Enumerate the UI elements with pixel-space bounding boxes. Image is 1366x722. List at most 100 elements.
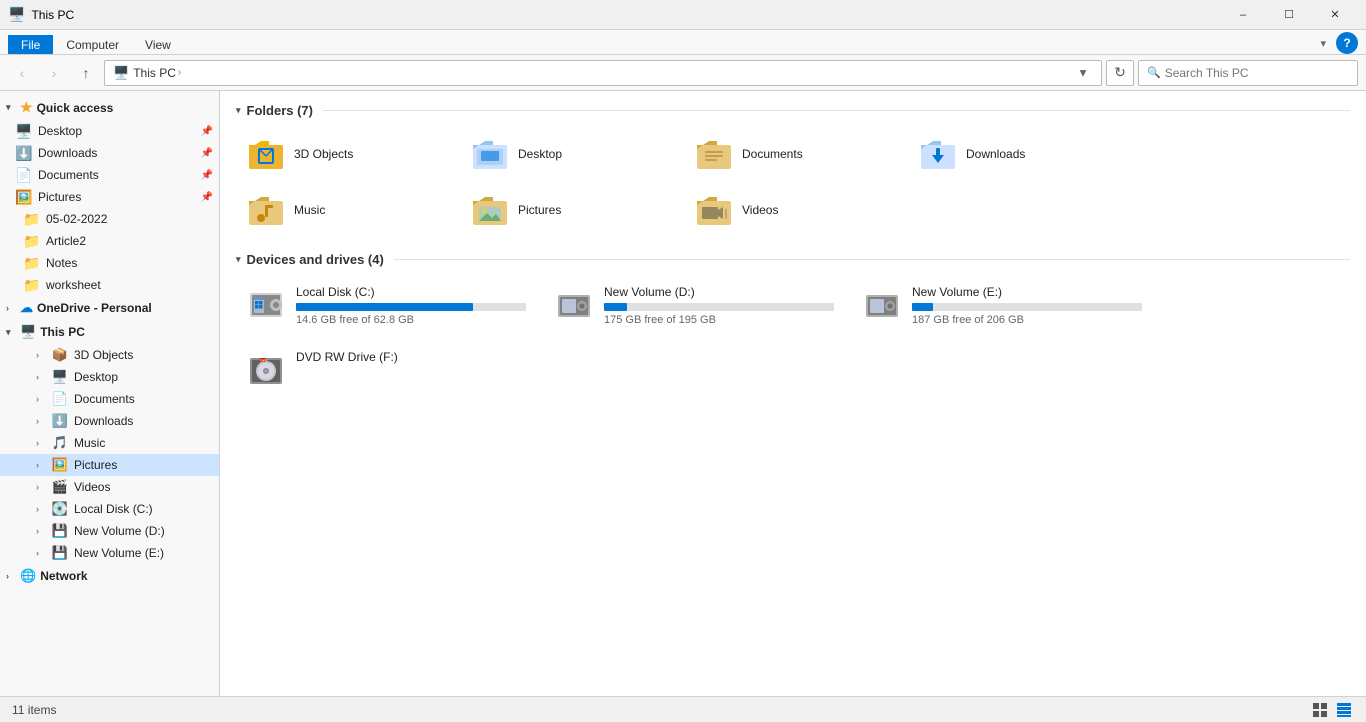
folder-label-documents: Documents [742,147,803,161]
sidebar-label-new-d: New Volume (D:) [74,524,165,538]
new-d-icon: 💾 [52,523,68,539]
folders-section-label: Folders (7) [247,103,313,118]
folder-item-music[interactable]: Music [236,184,456,236]
sidebar-item-date-folder[interactable]: 📁 05-02-2022 [0,208,219,230]
folders-arrow[interactable]: ▾ [236,105,241,116]
tab-computer[interactable]: Computer [53,35,132,54]
new-e-info: New Volume (E:) 187 GB free of 206 GB [912,285,1142,326]
search-icon: 🔍 [1147,66,1161,79]
folder-label-desktop: Desktop [518,147,562,161]
device-item-dvd-f[interactable]: DVD DVD RW Drive (F:) [236,342,536,398]
thispc-arrow: ▾ [6,327,16,338]
pin-icon-pictures: 📌 [201,192,213,203]
sidebar-item-pictures-qa[interactable]: 🖼️ Pictures 📌 [0,186,219,208]
folders-grid: 3D Objects Desktop [236,128,1350,236]
sidebar-item-documents-qa[interactable]: 📄 Documents 📌 [0,164,219,186]
device-item-new-e[interactable]: New Volume (E:) 187 GB free of 206 GB [852,277,1152,334]
main-layout: ▾ ★ Quick access 🖥️ Desktop 📌 ⬇️ Downloa… [0,91,1366,697]
sidebar-item-worksheet[interactable]: 📁 worksheet [0,274,219,296]
sidebar-item-music-pc[interactable]: › 🎵 Music [0,432,219,454]
view-list-button[interactable] [1334,700,1354,720]
sidebar-item-new-e[interactable]: › 💾 New Volume (E:) [0,542,219,564]
sidebar-label-new-e: New Volume (E:) [74,546,164,560]
minimize-button[interactable]: – [1220,0,1266,30]
folder-item-3d-objects[interactable]: 3D Objects [236,128,456,180]
worksheet-icon: 📁 [24,277,40,293]
maximize-button[interactable]: ☐ [1266,0,1312,30]
network-header[interactable]: › 🌐 Network [0,564,219,588]
search-bar[interactable]: 🔍 [1138,60,1358,86]
address-dropdown-button[interactable]: ▾ [1073,61,1093,85]
sidebar-item-pictures-pc[interactable]: › 🖼️ Pictures [0,454,219,476]
3d-objects-icon: 📦 [52,347,68,363]
sidebar-item-desktop-pc[interactable]: › 🖥️ Desktop [0,366,219,388]
sidebar-label-desktop-pc: Desktop [74,370,118,384]
folder-item-downloads[interactable]: Downloads [908,128,1128,180]
sidebar-item-downloads-qa[interactable]: ⬇️ Downloads 📌 [0,142,219,164]
new-d-bar-fill [604,303,627,311]
refresh-button[interactable]: ↻ [1106,60,1134,86]
sidebar-item-local-c[interactable]: › 💽 Local Disk (C:) [0,498,219,520]
ribbon: File Computer View ▾ ? [0,30,1366,55]
onedrive-header[interactable]: › ☁ OneDrive - Personal [0,296,219,320]
new-d-name: New Volume (D:) [604,285,834,299]
local-c-info: Local Disk (C:) 14.6 GB free of 62.8 GB [296,285,526,326]
sidebar-item-downloads-pc[interactable]: › ⬇️ Downloads [0,410,219,432]
devices-section-header: ▾ Devices and drives (4) [236,252,1350,267]
sidebar-item-article2[interactable]: 📁 Article2 [0,230,219,252]
folder-label-music: Music [294,203,325,217]
dvd-f-name: DVD RW Drive (F:) [296,350,526,364]
back-button[interactable]: ‹ [8,59,36,87]
address-chevron: › [178,67,181,78]
thispc-header[interactable]: ▾ 🖥️ This PC [0,320,219,344]
new-e-name: New Volume (E:) [912,285,1142,299]
sidebar-label-downloads-qa: Downloads [38,146,97,160]
up-button[interactable]: ↑ [72,59,100,87]
folder-item-videos[interactable]: Videos [684,184,904,236]
folder-item-pictures[interactable]: Pictures [460,184,680,236]
address-bar[interactable]: 🖥️ This PC › ▾ [104,60,1102,86]
docs-expand: › [36,394,46,404]
date-folder-icon: 📁 [24,211,40,227]
music-pc-icon: 🎵 [52,435,68,451]
device-item-local-c[interactable]: Local Disk (C:) 14.6 GB free of 62.8 GB [236,277,536,334]
local-c-device-icon [246,285,286,325]
folder-item-desktop[interactable]: Desktop [460,128,680,180]
thispc-label: This PC [40,325,85,339]
address-segment-thispc[interactable]: This PC [133,66,176,80]
documents-large-icon [694,134,734,174]
sidebar-item-notes[interactable]: 📁 Notes [0,252,219,274]
tab-file[interactable]: File [8,35,53,54]
tab-view[interactable]: View [132,35,184,54]
local-c-name: Local Disk (C:) [296,285,526,299]
3d-objects-large-icon [246,134,286,174]
sidebar-item-videos-pc[interactable]: › 🎬 Videos [0,476,219,498]
network-icon: 🌐 [20,568,36,584]
d-expand: › [36,526,46,536]
sidebar-item-desktop-qa[interactable]: 🖥️ Desktop 📌 [0,120,219,142]
close-button[interactable]: ✕ [1312,0,1358,30]
folder-item-documents[interactable]: Documents [684,128,904,180]
title-bar-title: This PC [31,8,74,22]
ribbon-expand-button[interactable]: ▾ [1314,35,1332,52]
device-item-new-d[interactable]: New Volume (D:) 175 GB free of 195 GB [544,277,844,334]
sidebar-label-notes: Notes [46,256,77,270]
3d-expand: › [36,350,46,360]
search-input[interactable] [1165,66,1349,80]
help-button[interactable]: ? [1336,32,1358,54]
quick-access-header[interactable]: ▾ ★ Quick access [0,95,219,120]
documents-pc-icon: 📄 [52,391,68,407]
sidebar-label-music-pc: Music [74,436,105,450]
pin-icon-desktop: 📌 [201,126,213,137]
sidebar-item-new-d[interactable]: › 💾 New Volume (D:) [0,520,219,542]
music-expand: › [36,438,46,448]
sidebar-item-3d-objects[interactable]: › 📦 3D Objects [0,344,219,366]
devices-arrow[interactable]: ▾ [236,254,241,265]
sidebar-item-documents-pc[interactable]: › 📄 Documents [0,388,219,410]
forward-button[interactable]: › [40,59,68,87]
ribbon-expand: ▾ ? [1314,32,1358,54]
title-bar-controls: – ☐ ✕ [1220,0,1358,30]
sidebar: ▾ ★ Quick access 🖥️ Desktop 📌 ⬇️ Downloa… [0,91,220,697]
title-bar: 🖥️ This PC – ☐ ✕ [0,0,1366,30]
view-grid-button[interactable] [1310,700,1330,720]
